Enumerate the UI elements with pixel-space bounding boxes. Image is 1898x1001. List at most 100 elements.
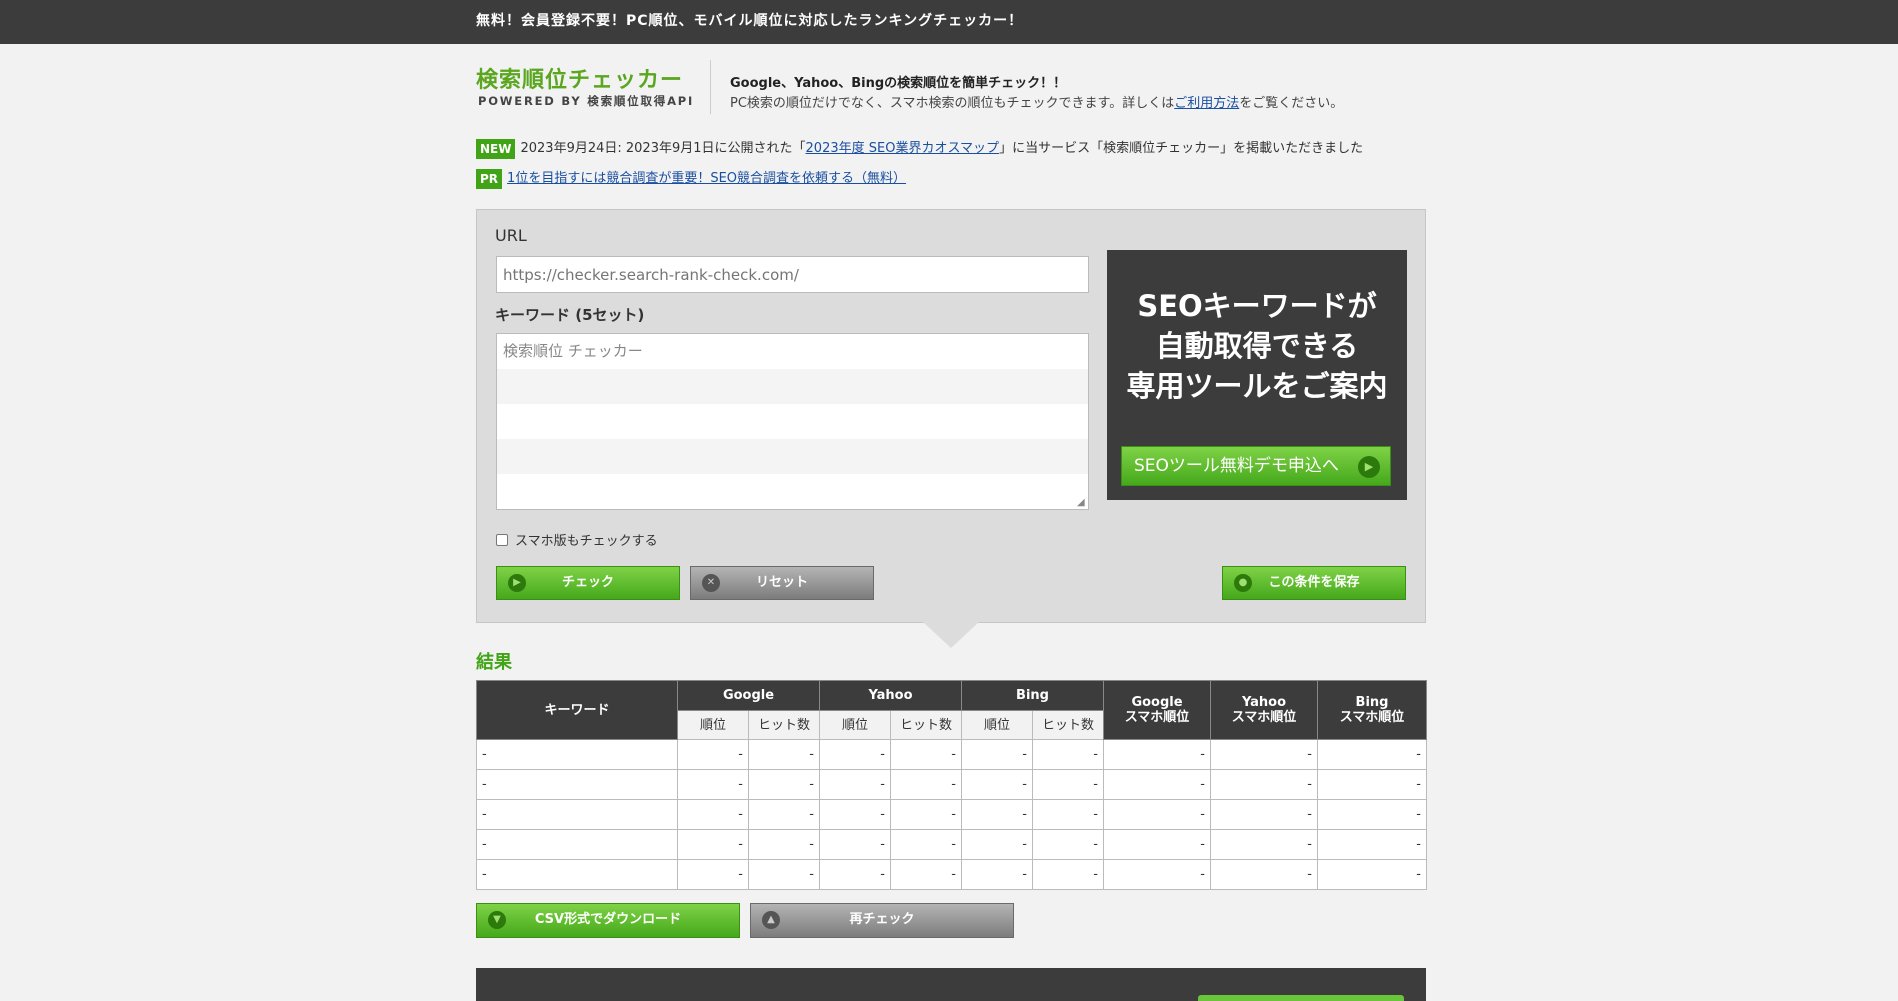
ad-line-3: 専用ツールをご案内 — [1126, 369, 1388, 403]
site-logo-title[interactable]: 検索順位チェッカー — [476, 62, 683, 94]
keyword-textarea[interactable]: 検索順位 チェッカー ◢ — [496, 333, 1089, 510]
csv-download-button[interactable]: ▼ CSV形式でダウンロード — [476, 903, 740, 938]
col-bing-hits: ヒット数 — [1032, 710, 1104, 740]
ad-button-label: SEOツール無料デモ申込へ — [1134, 456, 1339, 476]
competitor-research-link[interactable]: 1位を目指すには競合調査が重要！SEO競合調査を依頼する（無料） — [507, 171, 906, 186]
col-yahoo-mobile-line1: Yahoo — [1241, 695, 1287, 710]
keyword-line-5[interactable] — [497, 474, 1088, 509]
col-google-hits: ヒット数 — [748, 710, 820, 740]
keyword-line-4[interactable] — [497, 439, 1088, 474]
table-cell: - — [1210, 859, 1318, 890]
table-cell: - — [961, 769, 1033, 800]
recheck-button[interactable]: ▲ 再チェック — [750, 903, 1014, 938]
news-item-pr: PR 1位を目指すには競合調査が重要！SEO競合調査を依頼する（無料） — [476, 169, 906, 189]
keyword-label: キーワード (5セット) — [495, 306, 645, 324]
news-text-suffix: 」に当サービス「検索順位チェッカー」を掲載いただきました — [999, 141, 1364, 156]
new-badge: NEW — [476, 139, 516, 159]
table-cell: - — [890, 799, 962, 830]
table-cell: - — [476, 829, 678, 860]
table-cell: - — [476, 769, 678, 800]
table-row: - - - - - - - - - - — [476, 769, 1427, 800]
keyword-line-1[interactable]: 検索順位 チェッカー — [497, 334, 1088, 369]
table-cell: - — [1032, 859, 1104, 890]
ad-demo-button[interactable]: SEOツール無料デモ申込へ ▶ — [1121, 446, 1391, 486]
table-row: - - - - - - - - - - — [476, 799, 1427, 830]
table-cell: - — [1317, 769, 1427, 800]
site-logo-subtitle: POWERED BY 検索順位取得API — [478, 94, 695, 108]
table-cell: - — [1103, 799, 1211, 830]
chaos-map-link[interactable]: 2023年度 SEO業界カオスマップ — [806, 141, 1000, 156]
table-cell: - — [961, 799, 1033, 830]
table-cell: - — [819, 739, 891, 770]
results-body: - - - - - - - - - - - - - - - - - - - - … — [476, 739, 1427, 890]
table-cell: - — [1317, 739, 1427, 770]
mobile-checkbox[interactable] — [496, 533, 508, 546]
table-cell: - — [819, 859, 891, 890]
table-cell: - — [1032, 739, 1104, 770]
table-cell: - — [890, 769, 962, 800]
usage-link[interactable]: ご利用方法 — [1174, 96, 1239, 111]
recheck-button-label: 再チェック — [849, 912, 915, 927]
bottom-green-button[interactable] — [1198, 995, 1404, 1001]
intro-body: PC検索の順位だけでなく、スマホ検索の順位もチェックできます。詳しくはご利用方法… — [730, 92, 1343, 111]
mobile-check-row[interactable]: スマホ版もチェックする — [496, 530, 658, 549]
csv-button-label: CSV形式でダウンロード — [534, 912, 682, 927]
table-cell: - — [961, 829, 1033, 860]
table-cell: - — [819, 769, 891, 800]
table-cell: - — [748, 799, 820, 830]
circle-icon: ● — [1234, 574, 1252, 592]
seo-tool-ad[interactable]: SEOキーワードが 自動取得できる 専用ツールをご案内 SEOツール無料デモ申込… — [1107, 250, 1407, 500]
table-cell: - — [677, 739, 749, 770]
close-icon: ✕ — [702, 574, 720, 592]
reset-button[interactable]: ✕ リセット — [690, 566, 874, 600]
save-conditions-button[interactable]: ● この条件を保存 — [1222, 566, 1406, 600]
col-bing-mobile: Bing スマホ順位 — [1317, 680, 1427, 740]
col-yahoo: Yahoo — [819, 680, 962, 711]
table-cell: - — [1317, 799, 1427, 830]
table-cell: - — [819, 799, 891, 830]
table-cell: - — [1210, 739, 1318, 770]
save-button-label: この条件を保存 — [1268, 575, 1360, 590]
col-google-mobile: Google スマホ順位 — [1103, 680, 1211, 740]
table-cell: - — [748, 859, 820, 890]
arrow-down-icon: ▼ — [488, 911, 506, 929]
col-bing-mobile-line2: スマホ順位 — [1339, 710, 1405, 725]
col-google-rank: 順位 — [677, 710, 749, 740]
ad-copy: SEOキーワードが 自動取得できる 専用ツールをご案内 — [1107, 286, 1407, 406]
table-cell: - — [476, 739, 678, 770]
reset-button-label: リセット — [755, 575, 808, 590]
resize-grip-icon[interactable]: ◢ — [1077, 498, 1087, 508]
table-cell: - — [476, 859, 678, 890]
col-keyword: キーワード — [476, 680, 678, 740]
col-yahoo-rank: 順位 — [819, 710, 891, 740]
table-cell: - — [677, 829, 749, 860]
intro-headline: Google、Yahoo、Bingの検索順位を簡単チェック！！ — [730, 76, 1067, 91]
bottom-section — [476, 968, 1426, 1001]
mobile-check-label[interactable]: スマホ版もチェックする — [515, 530, 658, 549]
results-title: 結果 — [476, 652, 512, 673]
table-cell: - — [890, 739, 962, 770]
keyword-line-2[interactable] — [497, 369, 1088, 404]
arrow-right-icon: ▶ — [1358, 456, 1380, 478]
news-item-new: NEW 2023年9月24日: 2023年9月1日に公開された「2023年度 SE… — [476, 139, 1363, 159]
col-yahoo-mobile: Yahoo スマホ順位 — [1210, 680, 1318, 740]
url-input[interactable] — [496, 256, 1089, 293]
table-cell: - — [961, 859, 1033, 890]
table-cell: - — [819, 829, 891, 860]
table-cell: - — [1032, 769, 1104, 800]
check-button[interactable]: ▶ チェック — [496, 566, 680, 600]
col-bing: Bing — [961, 680, 1104, 711]
search-form-panel: URL キーワード (5セット) 検索順位 チェッカー ◢ スマホ版もチェックす… — [476, 209, 1426, 623]
keyword-line-3[interactable] — [497, 404, 1088, 439]
results-table: キーワード Google Yahoo Bing Google スマホ順位 Yaho… — [476, 680, 1427, 890]
ad-line-2: 自動取得できる — [1155, 329, 1359, 363]
table-cell: - — [748, 829, 820, 860]
ad-line-1: SEOキーワードが — [1137, 289, 1377, 323]
arrow-up-icon: ▲ — [762, 911, 780, 929]
table-cell: - — [890, 829, 962, 860]
table-cell: - — [748, 769, 820, 800]
table-cell: - — [1103, 739, 1211, 770]
table-cell: - — [677, 859, 749, 890]
table-cell: - — [1210, 799, 1318, 830]
table-cell: - — [677, 769, 749, 800]
